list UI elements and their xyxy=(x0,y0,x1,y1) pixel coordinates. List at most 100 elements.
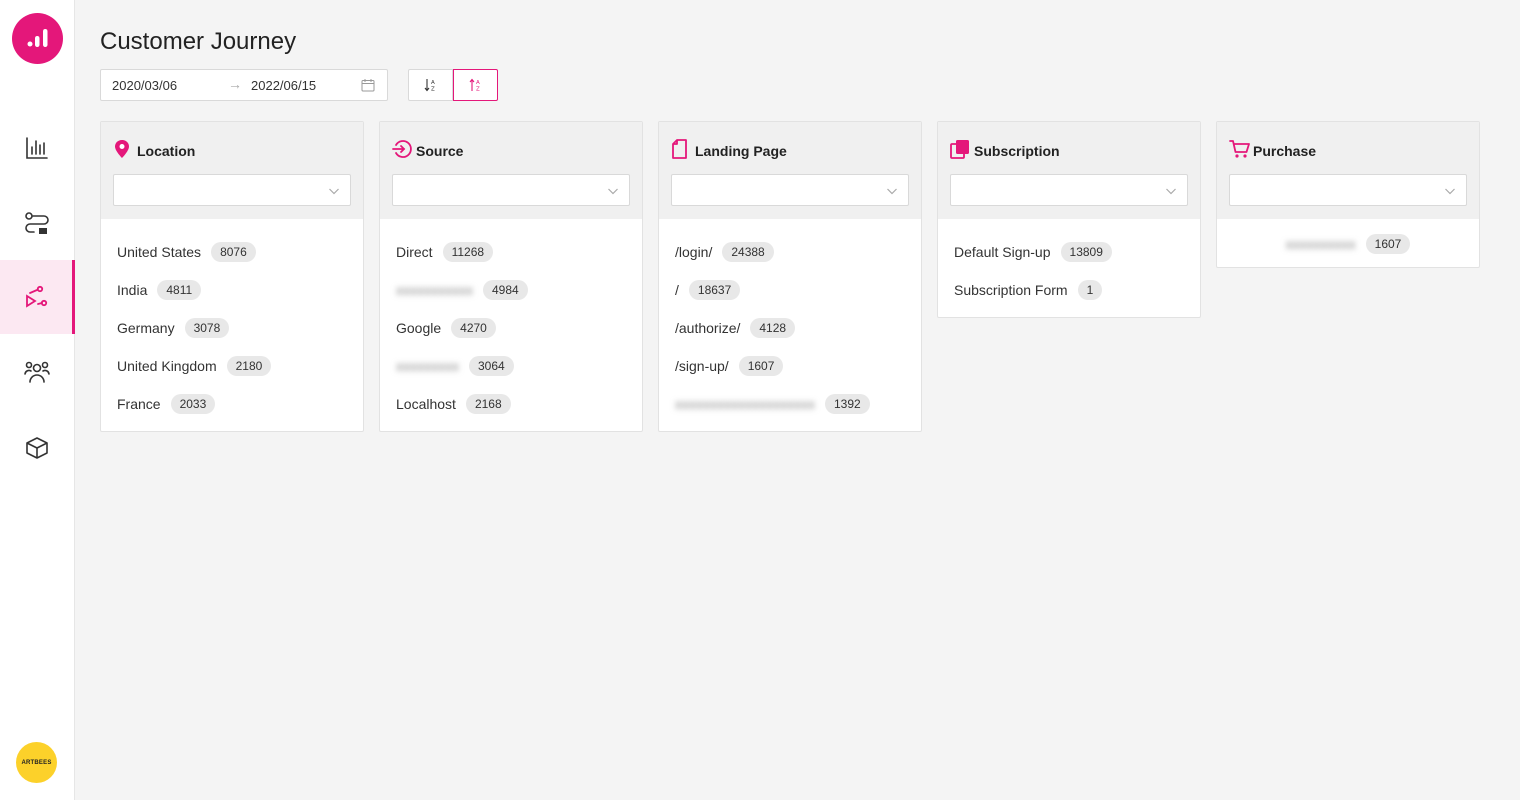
logo-bars-icon xyxy=(27,29,48,47)
list-item[interactable]: France 2033 xyxy=(117,385,347,423)
count-badge: 8076 xyxy=(211,242,256,262)
chevron-down-icon xyxy=(329,188,339,195)
column-title: Location xyxy=(137,143,196,159)
item-label: Direct xyxy=(396,244,433,260)
date-end-input[interactable]: 2022/06/15 xyxy=(251,78,316,93)
list-item[interactable]: Default Sign-up 13809 xyxy=(954,233,1184,271)
list-item[interactable]: /authorize/4128 xyxy=(675,309,905,347)
count-badge: 4984 xyxy=(483,280,528,300)
location-pin-icon xyxy=(115,140,129,158)
list-item[interactable]: Direct 11268 xyxy=(396,233,626,271)
redacted-label: xxxxxxxxxxxxxxxxxxxx xyxy=(675,396,815,412)
column-subscription: Subscription Default Sign-up 13809 Subscr… xyxy=(937,121,1201,318)
avatar[interactable]: ARTBEES xyxy=(16,742,57,783)
item-label: Localhost xyxy=(396,396,456,412)
item-label: /sign-up/ xyxy=(675,358,729,374)
sort-ascending-button[interactable]: A Z xyxy=(453,69,498,101)
count-badge: 2180 xyxy=(226,356,272,376)
column-purchase: Purchase xxxxxxxxxx 1607 xyxy=(1216,121,1480,268)
count-badge: 1607 xyxy=(738,356,784,376)
app-logo[interactable] xyxy=(12,13,63,64)
list-item[interactable]: /login/24388 xyxy=(675,233,905,271)
column-header: Purchase xyxy=(1217,122,1479,219)
list-item[interactable]: Subscription Form 1 xyxy=(954,271,1184,309)
date-range-picker[interactable]: 2020/03/06 → 2022/06/15 xyxy=(100,69,388,101)
cart-icon xyxy=(1229,140,1250,158)
count-badge: 4270 xyxy=(451,318,496,338)
column-filter-select[interactable] xyxy=(950,174,1188,206)
item-label: Subscription Form xyxy=(954,282,1068,298)
box-icon xyxy=(26,437,48,459)
count-badge: 24388 xyxy=(722,242,774,262)
column-filter-select[interactable] xyxy=(671,174,909,206)
column-header: Subscription xyxy=(938,122,1200,219)
sort-descending-button[interactable]: A Z xyxy=(408,69,453,101)
item-label: India xyxy=(117,282,148,298)
column-title: Subscription xyxy=(974,143,1060,159)
list-item[interactable]: xxxxxxxxxxxxxxxxxxxx 1392 xyxy=(675,385,905,423)
column-landing-page: Landing Page /login/24388 / 18637 /author… xyxy=(658,121,922,432)
list-item[interactable]: Google 4270 xyxy=(396,309,626,347)
nav-item-journey[interactable] xyxy=(0,260,75,334)
item-label: /authorize/ xyxy=(675,320,741,336)
page-title: Customer Journey xyxy=(100,28,297,55)
count-badge: 18637 xyxy=(688,280,741,300)
nav-item-products[interactable] xyxy=(0,411,74,485)
count-badge: 2033 xyxy=(170,394,216,414)
column-filter-select[interactable] xyxy=(1229,174,1467,206)
list-item[interactable]: / 18637 xyxy=(675,271,905,309)
nav-item-audience[interactable] xyxy=(0,335,74,409)
redacted-label: xxxxxxxxxxx xyxy=(396,282,473,298)
chevron-down-icon xyxy=(1445,188,1455,195)
column-list: xxxxxxxxxx 1607 xyxy=(1217,219,1479,267)
item-label: France xyxy=(117,396,161,412)
item-label: / xyxy=(675,282,679,298)
count-badge: 1392 xyxy=(825,394,870,414)
count-badge: 13809 xyxy=(1060,242,1112,262)
column-header: Landing Page xyxy=(659,122,921,219)
chevron-down-icon xyxy=(608,188,618,195)
list-item[interactable]: India 4811 xyxy=(117,271,347,309)
list-item[interactable]: /sign-up/1607 xyxy=(675,347,905,385)
bar-chart-icon xyxy=(26,137,48,159)
count-badge: 3078 xyxy=(184,318,230,338)
column-filter-select[interactable] xyxy=(392,174,630,206)
count-badge: 4128 xyxy=(750,318,796,338)
calendar-icon xyxy=(361,79,375,92)
count-badge: 4811 xyxy=(157,280,202,300)
svg-text:A: A xyxy=(476,80,480,86)
list-item[interactable]: United States 8076 xyxy=(117,233,347,271)
column-list: United States 8076 India 4811 Germany 3078 … xyxy=(101,219,363,431)
count-badge: 3064 xyxy=(469,356,514,376)
svg-text:Z: Z xyxy=(476,87,480,93)
column-list: Default Sign-up 13809 Subscription Form 1 xyxy=(938,219,1200,317)
column-filter-select[interactable] xyxy=(113,174,351,206)
list-item[interactable]: xxxxxxxxxx 1607 xyxy=(1233,229,1463,259)
source-enter-icon xyxy=(392,140,412,158)
sort-descending-icon: A Z xyxy=(424,79,435,92)
chevron-down-icon xyxy=(1166,188,1176,195)
count-badge: 1607 xyxy=(1365,234,1411,254)
sort-ascending-icon: A Z xyxy=(469,78,480,93)
item-label: /login/ xyxy=(675,244,713,260)
item-label: Google xyxy=(396,320,442,336)
nav-item-flows[interactable] xyxy=(0,187,74,261)
list-item[interactable]: Localhost 2168 xyxy=(396,385,626,423)
date-range-separator: → xyxy=(228,76,242,92)
item-label: Germany xyxy=(117,320,175,336)
column-list: Direct 11268 xxxxxxxxxxx 4984 Google 4270 x… xyxy=(380,219,642,431)
page-icon xyxy=(672,139,687,159)
item-label: United States xyxy=(117,244,202,260)
column-location: Location United States 8076 India 4811 Ger… xyxy=(100,121,364,432)
list-item[interactable]: United Kingdom 2180 xyxy=(117,347,347,385)
list-item[interactable]: Germany 3078 xyxy=(117,309,347,347)
list-item[interactable]: xxxxxxxxx 3064 xyxy=(396,347,626,385)
chevron-down-icon xyxy=(887,188,897,195)
item-label: Default Sign-up xyxy=(954,244,1051,260)
journey-icon xyxy=(26,285,48,308)
nav-item-analytics[interactable] xyxy=(0,111,74,185)
list-item[interactable]: xxxxxxxxxxx 4984 xyxy=(396,271,626,309)
date-start-input[interactable]: 2020/03/06 xyxy=(112,78,177,93)
svg-text:A: A xyxy=(431,80,435,86)
redacted-label: xxxxxxxxxx xyxy=(1285,236,1356,252)
